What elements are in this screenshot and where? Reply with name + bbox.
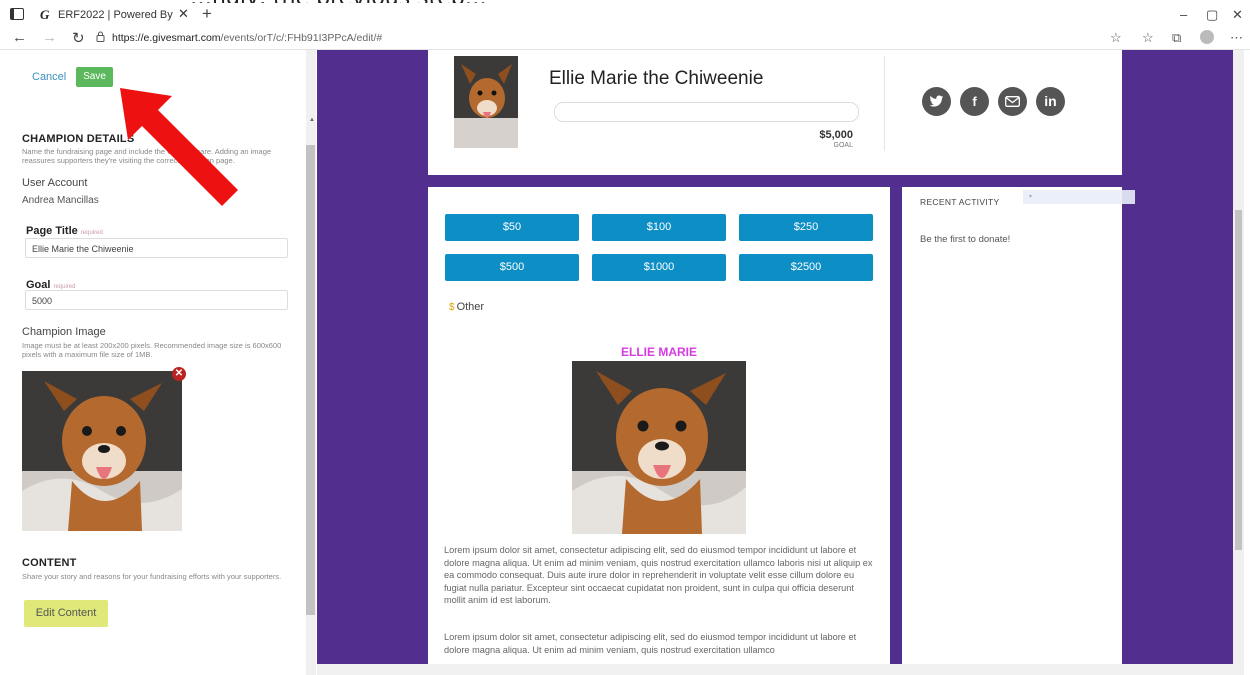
content-help: Share your story and reasons for your fu… bbox=[22, 572, 282, 581]
recent-activity-card: RECENT ACTIVITY Be the first to donate! bbox=[902, 187, 1122, 664]
other-amount-option[interactable]: $ Other bbox=[449, 301, 484, 313]
close-tab-icon[interactable]: ✕ bbox=[178, 6, 189, 22]
linkedin-icon[interactable]: in bbox=[1036, 87, 1065, 116]
champion-details-help: Name the fundraising page and include th… bbox=[22, 147, 272, 165]
address-bar: ← → ↻ https://e.givesmart.com/events/orT… bbox=[0, 27, 1250, 50]
donate-100-button[interactable]: $100 bbox=[592, 214, 726, 241]
page-title-input[interactable]: Ellie Marie the Chiweenie bbox=[25, 238, 288, 258]
champion-avatar-image bbox=[454, 56, 518, 148]
editor-scrollbar-thumb[interactable] bbox=[306, 145, 315, 615]
story-title: ELLIE MARIE bbox=[620, 345, 697, 359]
donate-2500-button[interactable]: $2500 bbox=[739, 254, 873, 281]
favicon-icon: G bbox=[40, 7, 50, 22]
browser-tab[interactable]: G ERF2022 | Powered By ✕ bbox=[34, 3, 196, 27]
donation-card: $50 $100 $250 $500 $1000 $2500 $ Other EL… bbox=[428, 187, 890, 664]
donate-500-button[interactable]: $500 bbox=[445, 254, 579, 281]
scroll-up-icon[interactable]: ▲ bbox=[309, 117, 315, 123]
page-preview: Ellie Marie the Chiweenie $5,000 GOAL f … bbox=[317, 50, 1233, 664]
forward-icon[interactable]: → bbox=[42, 29, 57, 46]
twitter-icon[interactable] bbox=[922, 87, 951, 116]
email-icon[interactable] bbox=[998, 87, 1027, 116]
story-paragraph-1: Lorem ipsum dolor sit amet, consectetur … bbox=[444, 545, 873, 605]
story-image bbox=[572, 361, 746, 534]
more-menu-icon[interactable]: ⋯ bbox=[1230, 30, 1243, 46]
horizontal-scrollbar[interactable] bbox=[317, 664, 1233, 675]
recent-activity-empty: Be the first to donate! bbox=[920, 234, 1011, 245]
browser-tab-bar: G ERF2022 | Powered By ✕ + – ▢ ✕ bbox=[0, 3, 1250, 27]
save-button[interactable]: Save bbox=[76, 67, 113, 87]
page-title-label: Page Title required bbox=[26, 225, 103, 237]
facebook-icon[interactable]: f bbox=[960, 87, 989, 116]
minimize-icon[interactable]: – bbox=[1180, 7, 1187, 22]
champion-details-heading: CHAMPION DETAILS bbox=[22, 133, 135, 145]
user-account-value: Andrea Mancillas bbox=[22, 195, 99, 206]
url-field[interactable]: https://e.givesmart.com/events/orT/c/:FH… bbox=[112, 32, 382, 44]
header-divider bbox=[884, 56, 885, 151]
champion-header-card: Ellie Marie the Chiweenie $5,000 GOAL f … bbox=[428, 50, 1122, 175]
new-tab-icon[interactable]: + bbox=[202, 4, 212, 24]
recent-activity-heading: RECENT ACTIVITY bbox=[920, 197, 1000, 207]
donate-250-button[interactable]: $250 bbox=[739, 214, 873, 241]
back-icon[interactable]: ← bbox=[12, 29, 27, 46]
cancel-link[interactable]: Cancel bbox=[32, 71, 66, 83]
goal-input[interactable]: 5000 bbox=[25, 290, 288, 310]
lock-icon bbox=[96, 31, 105, 42]
story-paragraph-2: Lorem ipsum dolor sit amet, consectetur … bbox=[444, 632, 857, 655]
window-snip-overlay: ▾ bbox=[1023, 190, 1135, 204]
champion-image-label: Champion Image bbox=[22, 326, 106, 338]
profile-avatar[interactable] bbox=[1200, 30, 1214, 44]
champion-editor-panel: Cancel Save CHAMPION DETAILS Name the fu… bbox=[0, 50, 316, 675]
goal-progress-bar bbox=[554, 102, 859, 122]
preview-scrollbar-thumb[interactable] bbox=[1235, 210, 1242, 550]
collections-icon[interactable]: ⧉ bbox=[1172, 30, 1181, 46]
donate-1000-button[interactable]: $1000 bbox=[592, 254, 726, 281]
champion-image-thumbnail bbox=[22, 371, 182, 531]
restore-icon[interactable]: ▢ bbox=[1206, 7, 1218, 23]
refresh-icon[interactable]: ↻ bbox=[72, 29, 85, 47]
goal-amount: $5,000 bbox=[819, 129, 853, 141]
champion-image-help: Image must be at least 200x200 pixels. R… bbox=[22, 341, 282, 359]
favorite-star-icon[interactable]: ☆ bbox=[1110, 30, 1122, 46]
remove-image-icon[interactable]: ✕ bbox=[172, 367, 186, 381]
edit-content-button[interactable]: Edit Content bbox=[24, 600, 108, 627]
champion-name: Ellie Marie the Chiweenie bbox=[549, 68, 764, 89]
tab-title: ERF2022 | Powered By bbox=[58, 9, 173, 21]
content-heading: CONTENT bbox=[22, 557, 77, 569]
tab-actions-icon[interactable] bbox=[10, 8, 24, 20]
user-account-label: User Account bbox=[22, 177, 88, 189]
goal-label: GOAL bbox=[833, 142, 853, 149]
favorites-bar-icon[interactable]: ☆ bbox=[1142, 30, 1154, 46]
donate-50-button[interactable]: $50 bbox=[445, 214, 579, 241]
close-window-icon[interactable]: ✕ bbox=[1232, 7, 1243, 23]
dollar-icon: $ bbox=[449, 302, 455, 313]
